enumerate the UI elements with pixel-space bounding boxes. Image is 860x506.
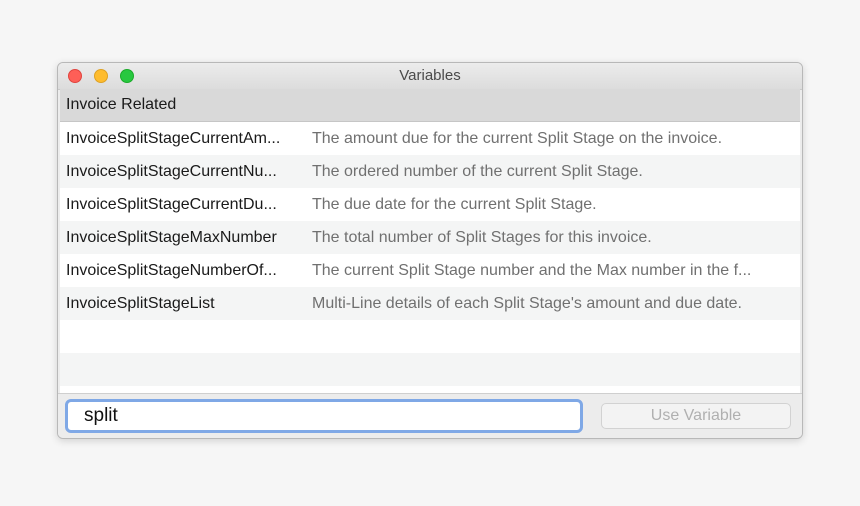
variable-row[interactable]: InvoiceSplitStageCurrentAm... The amount… — [60, 122, 800, 155]
variable-row[interactable]: InvoiceSplitStageNumberOf... The current… — [60, 254, 800, 287]
variable-name: InvoiceSplitStageCurrentAm... — [66, 130, 281, 147]
search-input[interactable] — [65, 399, 583, 433]
variable-name: InvoiceSplitStageMaxNumber — [66, 229, 277, 246]
variable-description: The amount due for the current Split Sta… — [312, 130, 723, 147]
variable-name: InvoiceSplitStageList — [66, 295, 215, 312]
variables-list[interactable]: Invoice Related InvoiceSplitStageCurrent… — [60, 89, 800, 394]
bottom-bar: Use Variable — [58, 393, 802, 438]
variable-row[interactable]: InvoiceSplitStageCurrentDu... The due da… — [60, 188, 800, 221]
variable-description: Multi-Line details of each Split Stage's… — [312, 295, 742, 312]
empty-row — [60, 320, 800, 353]
variable-description: The due date for the current Split Stage… — [312, 196, 597, 213]
variable-row[interactable]: InvoiceSplitStageCurrentNu... The ordere… — [60, 155, 800, 188]
variables-window: Variables Invoice Related InvoiceSplitSt… — [57, 62, 803, 439]
variable-description: The current Split Stage number and the M… — [312, 262, 752, 279]
window-title: Variables — [399, 67, 461, 84]
variable-description: The ordered number of the current Split … — [312, 163, 643, 180]
title-bar[interactable]: Variables — [58, 63, 802, 90]
variable-name: InvoiceSplitStageNumberOf... — [66, 262, 277, 279]
variable-name: InvoiceSplitStageCurrentNu... — [66, 163, 277, 180]
group-header-invoice-related: Invoice Related — [60, 89, 800, 122]
use-variable-button[interactable]: Use Variable — [601, 403, 791, 429]
variable-row[interactable]: InvoiceSplitStageMaxNumber The total num… — [60, 221, 800, 254]
empty-row — [60, 353, 800, 386]
variable-description: The total number of Split Stages for thi… — [312, 229, 652, 246]
variable-name: InvoiceSplitStageCurrentDu... — [66, 196, 277, 213]
variable-row[interactable]: InvoiceSplitStageList Multi-Line details… — [60, 287, 800, 320]
